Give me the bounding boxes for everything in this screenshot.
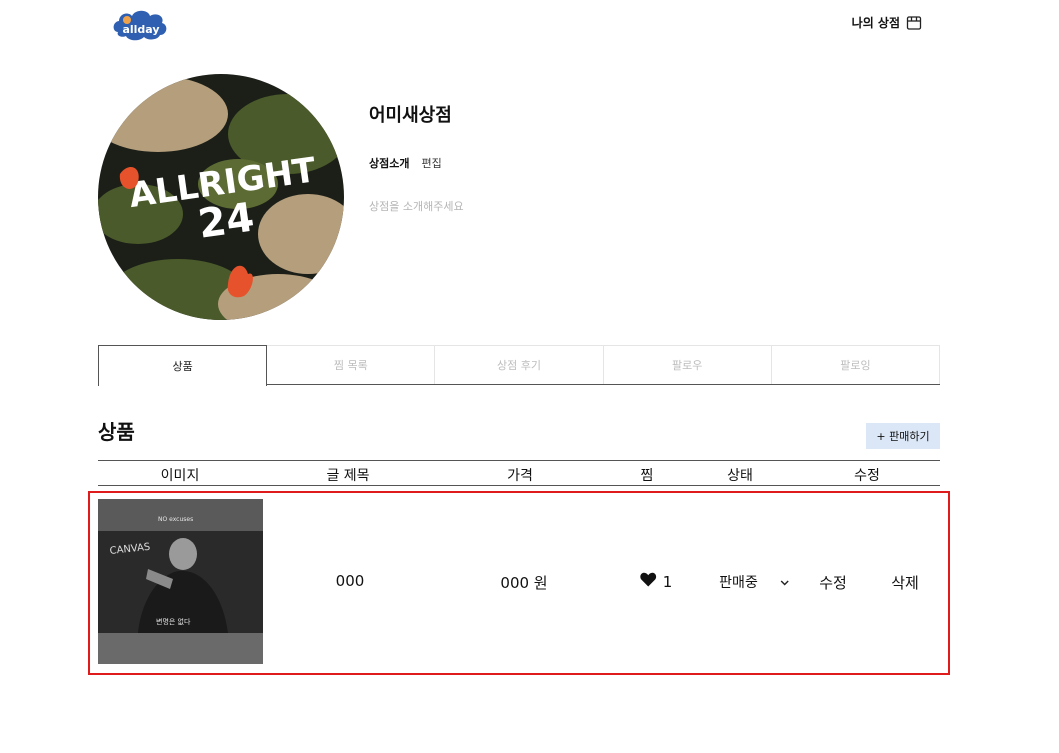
heart-icon	[640, 572, 657, 591]
edit-product-button[interactable]: 수정	[819, 572, 847, 593]
column-header-edit: 수정	[854, 468, 880, 484]
edit-intro-button[interactable]: 편집	[421, 155, 441, 171]
allday-logo[interactable]: allday	[110, 6, 170, 44]
product-title: 000	[335, 572, 365, 590]
store-icon	[906, 15, 922, 31]
store-intro-label: 상점소개	[369, 157, 410, 170]
store-intro-placeholder: 상점을 소개해주세요	[369, 200, 464, 213]
table-header: 이미지 글 제목 가격 찜 상태 수정	[98, 460, 940, 486]
thumb-text-caption: 변명은 없다	[156, 617, 191, 626]
status-value: 판매중	[719, 575, 758, 591]
tab-following[interactable]: 팔로잉	[771, 345, 941, 384]
product-thumbnail[interactable]: CANVAS 변명은 없다 NO excuses	[98, 499, 263, 664]
store-avatar: ALLRIGHT 24	[98, 74, 344, 320]
logo-text: allday	[122, 23, 159, 36]
status-dropdown[interactable]: 판매중	[719, 572, 789, 592]
my-store-link[interactable]: 나의 상점	[852, 14, 922, 31]
tab-follow[interactable]: 팔로우	[603, 345, 772, 384]
my-store-label: 나의 상점	[851, 16, 900, 30]
tab-wishlist[interactable]: 찜 목록	[267, 345, 436, 384]
store-intro-row: 상점소개 편집	[369, 155, 442, 171]
column-header-price: 가격	[507, 468, 533, 484]
product-likes: 1	[640, 572, 673, 591]
store-tabs: 상품 찜 목록 상점 후기 팔로우 팔로잉	[98, 345, 941, 386]
avatar-text-bottom: 24	[195, 194, 257, 247]
tab-products[interactable]: 상품	[98, 345, 268, 386]
sell-button[interactable]: + 판매하기	[866, 423, 940, 449]
column-header-likes: 찜	[640, 468, 654, 484]
chevron-down-icon	[780, 574, 789, 590]
delete-product-button[interactable]: 삭제	[891, 572, 919, 593]
product-price: 000 원	[500, 574, 548, 592]
tab-store-reviews[interactable]: 상점 후기	[435, 345, 604, 384]
column-header-image: 이미지	[160, 468, 200, 484]
column-header-status: 상태	[727, 468, 753, 484]
column-header-title: 글 제목	[326, 468, 370, 484]
store-name: 어미새상점	[369, 105, 452, 126]
section-title: 상품	[98, 420, 135, 444]
likes-count: 1	[662, 572, 673, 591]
thumb-text-top: NO excuses	[158, 516, 193, 523]
